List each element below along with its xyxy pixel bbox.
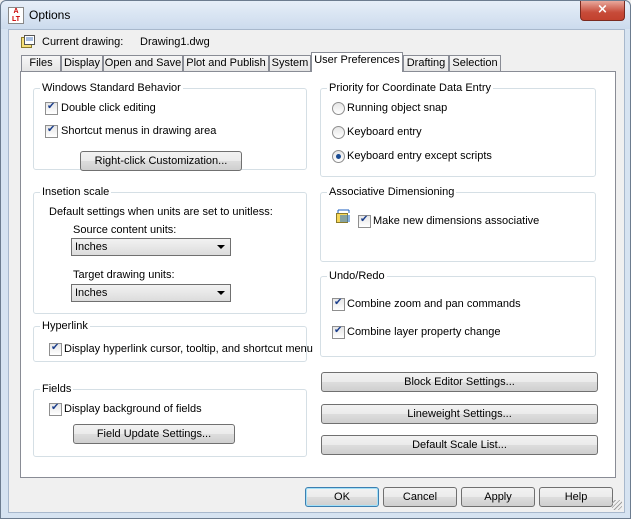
combine-layer-label: Combine layer property change — [347, 326, 501, 338]
cancel-button[interactable]: Cancel — [383, 487, 457, 507]
help-button[interactable]: Help — [539, 487, 613, 507]
tab-files[interactable]: Files — [21, 55, 61, 72]
title-bar[interactable]: A LT Options × — [1, 1, 630, 29]
display-hyperlink-label: Display hyperlink cursor, tooltip, and s… — [64, 343, 313, 355]
undo-redo-group: Undo/Redo — [320, 270, 596, 357]
target-units-dropdown-arrow-icon — [217, 291, 225, 295]
dialog-client-area: Current drawing: Drawing1.dwg Files Disp… — [8, 29, 625, 513]
display-background-label: Display background of fields — [64, 403, 202, 415]
lineweight-settings-button[interactable]: Lineweight Settings... — [321, 404, 598, 424]
shortcut-menus-label: Shortcut menus in drawing area — [61, 125, 217, 137]
priority-title: Priority for Coordinate Data Entry — [327, 82, 494, 94]
right-click-customization-button[interactable]: Right-click Customization... — [80, 151, 242, 171]
target-units-select[interactable]: Inches — [71, 284, 231, 302]
shortcut-menus-checkbox[interactable] — [45, 124, 58, 138]
windows-standard-title: Windows Standard Behavior — [40, 82, 183, 94]
insertion-scale-title: Insetion scale — [40, 186, 112, 198]
running-object-snap-label: Running object snap — [347, 102, 448, 114]
block-editor-settings-button[interactable]: Block Editor Settings... — [321, 372, 598, 392]
associative-dimension-icon — [336, 209, 350, 223]
hyperlink-title: Hyperlink — [40, 320, 90, 332]
double-click-checkbox[interactable] — [45, 101, 58, 115]
tab-plot-and-publish[interactable]: Plot and Publish — [183, 55, 269, 72]
insertion-scale-description: Default settings when units are set to u… — [49, 206, 273, 218]
autocad-app-icon: A LT — [8, 7, 24, 24]
window-title: Options — [29, 8, 71, 22]
options-dialog: A LT Options × Current drawing: Drawing1.… — [0, 0, 631, 519]
user-preferences-panel: Windows Standard Behavior Double click e… — [20, 71, 616, 478]
default-scale-list-button[interactable]: Default Scale List... — [321, 435, 598, 455]
keyboard-entry-label: Keyboard entry — [347, 126, 422, 138]
source-units-dropdown-arrow-icon — [217, 245, 225, 249]
field-update-settings-button[interactable]: Field Update Settings... — [73, 424, 235, 444]
current-drawing-value: Drawing1.dwg — [140, 36, 210, 48]
fields-group: Fields — [33, 383, 307, 457]
fields-title: Fields — [40, 383, 74, 395]
source-units-select[interactable]: Inches — [71, 238, 231, 256]
combine-zoom-label: Combine zoom and pan commands — [347, 298, 521, 310]
make-associative-checkbox[interactable] — [358, 214, 371, 228]
keyboard-entry-except-scripts-label: Keyboard entry except scripts — [347, 150, 492, 162]
tab-open-and-save[interactable]: Open and Save — [103, 55, 183, 72]
apply-button[interactable]: Apply — [461, 487, 535, 507]
display-hyperlink-checkbox[interactable] — [49, 342, 62, 356]
running-object-snap-radio[interactable] — [332, 102, 345, 115]
ok-button[interactable]: OK — [305, 487, 379, 507]
tab-selection[interactable]: Selection — [449, 55, 501, 72]
tab-display[interactable]: Display — [61, 55, 103, 72]
undo-redo-title: Undo/Redo — [327, 270, 387, 282]
combine-layer-checkbox[interactable] — [332, 325, 345, 339]
combine-zoom-checkbox[interactable] — [332, 297, 345, 311]
close-button[interactable]: × — [580, 1, 625, 21]
display-background-checkbox[interactable] — [49, 402, 62, 416]
tab-user-preferences[interactable]: User Preferences — [311, 52, 403, 72]
keyboard-entry-radio[interactable] — [332, 126, 345, 139]
source-units-label: Source content units: — [73, 224, 177, 236]
target-units-label: Target drawing units: — [73, 269, 175, 281]
target-units-value: Inches — [75, 287, 108, 299]
associative-title: Associative Dimensioning — [327, 186, 457, 198]
make-associative-label: Make new dimensions associative — [373, 215, 540, 227]
resize-grip-icon[interactable] — [612, 500, 622, 510]
tab-drafting[interactable]: Drafting — [403, 55, 449, 72]
drawing-file-icon — [21, 35, 35, 48]
keyboard-entry-except-scripts-radio[interactable] — [332, 150, 345, 163]
tab-system[interactable]: System — [269, 55, 311, 72]
source-units-value: Inches — [75, 241, 108, 253]
double-click-label: Double click editing — [61, 102, 156, 114]
current-drawing-label: Current drawing: — [42, 36, 124, 48]
